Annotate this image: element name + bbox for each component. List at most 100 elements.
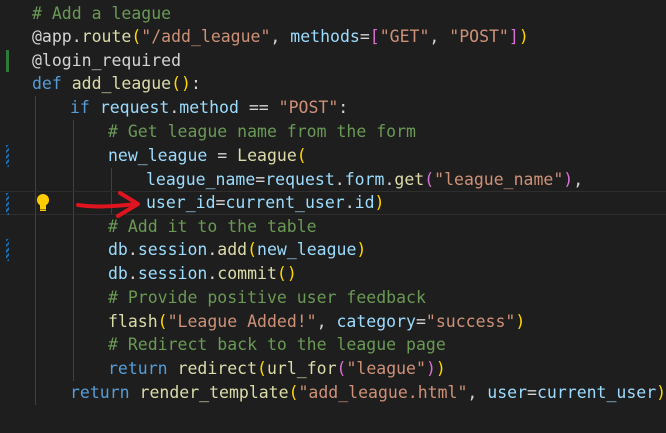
code-line[interactable]: return redirect(url_for("league")) bbox=[0, 357, 666, 381]
code-line[interactable]: # Add a league bbox=[0, 2, 666, 26]
red-arrow-annotation bbox=[76, 191, 140, 218]
lightbulb-icon[interactable] bbox=[34, 192, 52, 214]
code-token: "league_name" bbox=[434, 170, 564, 189]
code-token: , bbox=[573, 170, 584, 189]
code-token: "League Added!" bbox=[167, 312, 317, 331]
code-token: methods bbox=[290, 27, 360, 46]
code-token: ) bbox=[356, 240, 367, 259]
code-token: ) bbox=[374, 193, 385, 212]
code-token: = bbox=[207, 146, 238, 165]
indent-guide bbox=[73, 357, 74, 381]
code-token: ( bbox=[157, 312, 168, 331]
code-token: "POST" bbox=[278, 98, 339, 117]
indent-guide bbox=[35, 310, 36, 334]
indent-guide bbox=[35, 215, 36, 239]
code-token: session bbox=[137, 240, 208, 259]
indent-guide bbox=[73, 262, 74, 286]
code-token: user bbox=[487, 383, 528, 402]
code-editor[interactable]: # Add a league @app.route("/add_league", … bbox=[0, 0, 666, 433]
code-token: ( bbox=[336, 359, 347, 378]
code-text: league_name=request.form.get("league_nam… bbox=[146, 168, 583, 192]
code-token: , bbox=[270, 27, 291, 46]
gutter-modified-marker[interactable] bbox=[6, 239, 9, 261]
code-token: def bbox=[32, 74, 72, 93]
code-token: . bbox=[384, 170, 395, 189]
code-line[interactable]: # Redirect back to the league page bbox=[0, 333, 666, 357]
indent-guide bbox=[73, 286, 74, 310]
code-text: flash("League Added!", category="success… bbox=[108, 310, 525, 334]
code-text: # Add a league bbox=[32, 2, 171, 26]
code-token: . bbox=[127, 264, 138, 283]
code-token: ( bbox=[257, 359, 267, 378]
code-token: form bbox=[344, 170, 385, 189]
code-line[interactable]: return render_template("add_league.html"… bbox=[0, 381, 666, 405]
code-token: # Provide positive user feedback bbox=[108, 288, 426, 307]
code-token: id bbox=[354, 193, 375, 212]
code-token: get bbox=[394, 170, 425, 189]
code-token: new_league bbox=[257, 240, 357, 259]
code-token: : bbox=[190, 74, 201, 93]
code-token: == bbox=[238, 98, 279, 117]
code-token: . bbox=[207, 240, 218, 259]
code-text: user_id=current_user.id) bbox=[146, 192, 384, 214]
code-line[interactable]: flash("League Added!", category="success… bbox=[0, 310, 666, 334]
indent-guide bbox=[73, 310, 74, 334]
code-text: new_league = League( bbox=[108, 144, 307, 168]
gutter-added-marker[interactable] bbox=[6, 50, 9, 72]
code-token: "league" bbox=[346, 359, 426, 378]
indent-guide bbox=[35, 120, 36, 144]
code-token: ) bbox=[656, 383, 666, 402]
code-text: # Get league name from the form bbox=[108, 120, 416, 144]
code-token: . bbox=[169, 98, 180, 117]
indent-guide bbox=[73, 238, 74, 262]
code-token: "POST" bbox=[449, 27, 509, 46]
code-text: def add_league(): bbox=[32, 72, 201, 96]
code-text: @login_required bbox=[32, 49, 181, 73]
code-line[interactable]: db.session.commit() bbox=[0, 262, 666, 286]
code-token: ) bbox=[515, 312, 526, 331]
code-token: db bbox=[108, 264, 128, 283]
code-text: @app.route("/add_league", methods=["GET"… bbox=[32, 25, 529, 49]
code-token: "add_league.html" bbox=[298, 383, 468, 402]
code-token: ( bbox=[247, 240, 258, 259]
indent-guide bbox=[35, 144, 36, 168]
code-token: . bbox=[207, 264, 218, 283]
code-line[interactable]: # Get league name from the form bbox=[0, 120, 666, 144]
code-line[interactable]: def add_league(): bbox=[0, 72, 666, 96]
code-text: return redirect(url_for("league")) bbox=[108, 357, 446, 381]
code-token: user_id bbox=[146, 193, 216, 212]
gutter-modified-marker[interactable] bbox=[6, 193, 9, 215]
code-token: # Get league name from the form bbox=[108, 122, 416, 141]
code-token: : bbox=[338, 98, 349, 117]
code-token: method bbox=[179, 98, 239, 117]
code-text: if request.method == "POST": bbox=[70, 96, 348, 120]
code-token: redirect bbox=[177, 359, 258, 378]
gutter-modified-marker[interactable] bbox=[6, 145, 9, 167]
code-token: ( bbox=[288, 383, 299, 402]
code-token: if bbox=[70, 98, 100, 117]
code-token: @login_required bbox=[32, 51, 182, 70]
code-token: = bbox=[255, 170, 266, 189]
code-token: , bbox=[429, 27, 450, 46]
code-token: = bbox=[215, 193, 226, 212]
code-text: db.session.add(new_league) bbox=[108, 238, 366, 262]
code-line[interactable]: db.session.add(new_league) bbox=[0, 238, 666, 262]
code-token: ( bbox=[131, 27, 142, 46]
code-token: . bbox=[127, 240, 138, 259]
indent-guide bbox=[73, 120, 74, 144]
code-token: @app. bbox=[32, 27, 82, 46]
code-token: ( bbox=[296, 146, 307, 165]
code-line[interactable]: new_league = League( bbox=[0, 144, 666, 168]
code-token: ( bbox=[424, 170, 435, 189]
code-token: = bbox=[527, 383, 537, 402]
code-line[interactable]: # Provide positive user feedback bbox=[0, 286, 666, 310]
code-text: # Provide positive user feedback bbox=[108, 286, 426, 310]
code-token: new_league bbox=[108, 146, 208, 165]
code-line[interactable]: @app.route("/add_league", methods=["GET"… bbox=[0, 25, 666, 49]
code-line[interactable]: @login_required bbox=[0, 49, 666, 73]
code-line[interactable]: if request.method == "POST": bbox=[0, 96, 666, 120]
code-token: current_user bbox=[536, 383, 657, 402]
code-token: ) bbox=[518, 27, 529, 46]
code-token: add bbox=[217, 240, 248, 259]
code-token: , bbox=[467, 383, 488, 402]
